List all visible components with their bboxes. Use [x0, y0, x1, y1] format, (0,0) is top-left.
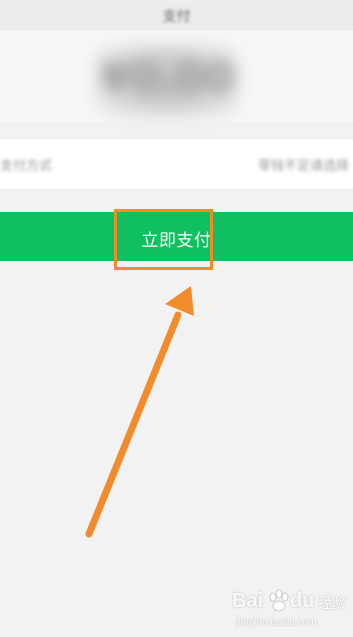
watermark-url: jingyan.baidu.com [236, 617, 317, 628]
paw-icon [269, 589, 289, 612]
baidu-jingyan-watermark: Bai du 经验 jingyan.baidu.com [228, 586, 348, 634]
pointer-arrow-icon [85, 286, 194, 538]
watermark-suffix: 经验 [318, 596, 346, 612]
watermark-brand-right: du [290, 590, 315, 612]
watermark-brand-left: Bai [232, 590, 264, 612]
